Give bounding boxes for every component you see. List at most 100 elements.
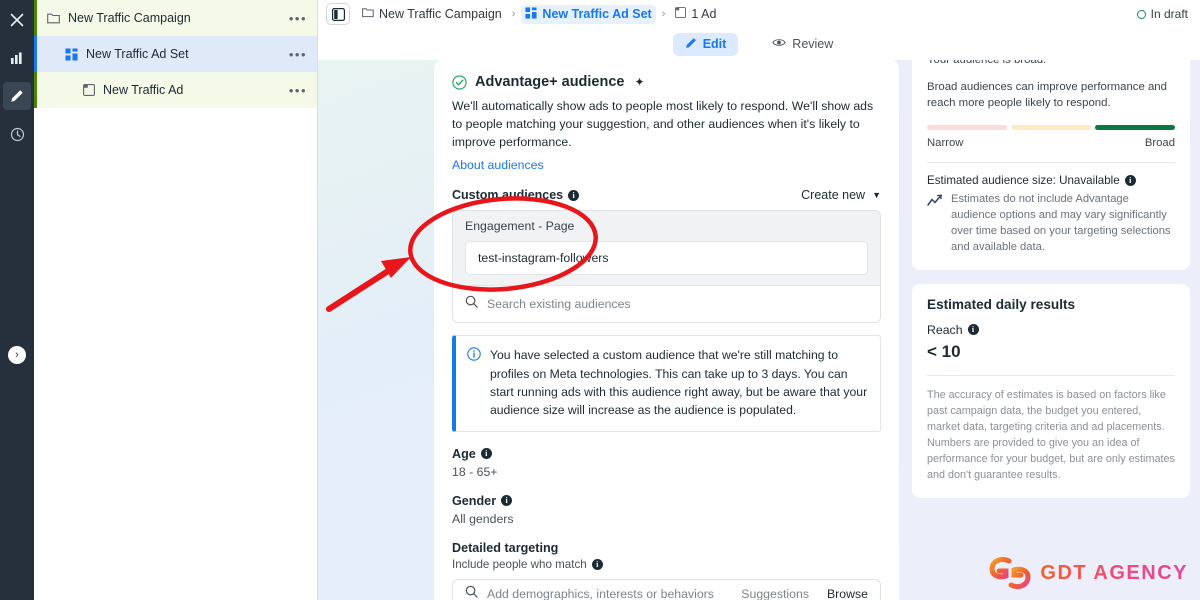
detailed-targeting-placeholder: Add demographics, interests or behaviors xyxy=(487,586,714,600)
estimate-note-row: Estimates do not include Advantage audie… xyxy=(927,191,1175,256)
reach-value: < 10 xyxy=(927,341,961,361)
divider xyxy=(927,374,1175,376)
suggestions-button[interactable]: Suggestions xyxy=(741,587,809,600)
custom-audiences-title-label: Custom audiences xyxy=(452,188,564,203)
breadcrumb-separator: › xyxy=(511,8,516,20)
estimated-daily-results-card: Estimated daily results Reach i < 10 The… xyxy=(912,283,1190,498)
watermark-text: GDT AGENCY xyxy=(1040,561,1188,584)
create-new-label: Create new xyxy=(801,188,866,203)
adset-grid-icon xyxy=(65,48,78,61)
audience-breadth-gauge xyxy=(927,124,1175,130)
search-existing-audiences-input[interactable]: Search existing audiences xyxy=(453,285,880,323)
detailed-targeting-field: Detailed targeting Include people who ma… xyxy=(452,541,881,600)
breadcrumb-item-campaign[interactable]: New Traffic Campaign xyxy=(358,5,506,23)
object-tree-sidebar: New Traffic Campaign ••• New Traffic Ad … xyxy=(34,0,318,600)
detailed-targeting-sublabel-row: Include people who match i xyxy=(452,558,881,571)
info-icon[interactable]: i xyxy=(967,324,979,336)
divider xyxy=(927,161,1175,163)
reach-label-row: Reach i xyxy=(927,323,1175,337)
age-label-row: Age i xyxy=(452,447,881,461)
detailed-targeting-input[interactable]: Add demographics, interests or behaviors… xyxy=(452,578,881,600)
pencil-icon xyxy=(685,37,697,52)
search-icon xyxy=(465,585,478,600)
audience-card: Advantage+ audience ✦ We'll automaticall… xyxy=(434,60,899,600)
info-icon[interactable]: i xyxy=(591,558,603,570)
breadcrumb: New Traffic Campaign › New Traffic Ad Se… xyxy=(358,4,720,24)
tab-review[interactable]: Review xyxy=(760,33,845,55)
ad-card-icon xyxy=(83,84,95,96)
audience-definition-detail: Broad audiences can improve performance … xyxy=(927,80,1167,110)
advantage-audience-description: We'll automatically show ads to people m… xyxy=(452,99,874,149)
tree-row-label: New Traffic Campaign xyxy=(68,11,191,25)
adset-grid-icon xyxy=(525,6,537,22)
row-more-menu-icon[interactable]: ••• xyxy=(289,48,307,61)
gauge-label-broad: Broad xyxy=(1144,136,1175,149)
trend-line-icon xyxy=(927,191,944,256)
selected-audience-chip[interactable]: test-instagram-followers xyxy=(465,241,868,276)
reports-icon[interactable] xyxy=(3,44,31,72)
about-audiences-link[interactable]: About audiences xyxy=(452,158,544,172)
gauge-segment-mid xyxy=(1011,124,1091,130)
row-status-bar xyxy=(34,0,37,36)
tab-edit-label: Edit xyxy=(702,37,727,51)
folder-icon xyxy=(362,7,374,21)
advantage-audience-title: Advantage+ audience xyxy=(475,74,625,90)
gender-field: Gender i All genders xyxy=(452,494,881,526)
create-new-audience-button[interactable]: Create new ▼ xyxy=(801,188,881,202)
info-icon[interactable]: i xyxy=(1124,174,1136,186)
gauge-labels: Narrow Broad xyxy=(927,137,1175,149)
breadcrumb-separator: › xyxy=(661,8,666,20)
gauge-segment-narrow xyxy=(927,124,1007,130)
estimates-disclaimer: The accuracy of estimates is based on fa… xyxy=(927,388,1175,482)
info-icon[interactable]: i xyxy=(501,495,513,507)
age-value: 18 - 65+ xyxy=(452,464,498,479)
custom-audiences-box: Engagement - Page test-instagram-followe… xyxy=(452,210,881,324)
gauge-segment-broad xyxy=(1095,124,1175,130)
row-more-menu-icon[interactable]: ••• xyxy=(289,84,307,97)
custom-audience-group-label: Engagement - Page xyxy=(465,219,575,234)
breadcrumb-item-ad[interactable]: 1 Ad xyxy=(671,5,720,23)
gauge-label-narrow: Narrow xyxy=(927,136,964,149)
sparkle-icon: ✦ xyxy=(634,75,645,89)
estimates-side-panel: Audience definition i Your audience is b… xyxy=(900,0,1200,600)
info-icon[interactable]: i xyxy=(568,189,580,201)
row-more-menu-icon[interactable]: ••• xyxy=(289,12,307,25)
status-badge: In draft xyxy=(1136,7,1188,21)
toggle-side-panel-icon[interactable] xyxy=(326,3,350,25)
gdt-monogram-icon xyxy=(989,556,1031,590)
estimate-note-text: Estimates do not include Advantage audie… xyxy=(951,192,1171,254)
edit-icon[interactable] xyxy=(3,82,31,110)
custom-audiences-header: Custom audiences i Create new ▼ xyxy=(452,188,881,202)
browse-button[interactable]: Browse xyxy=(827,587,868,600)
detailed-targeting-label: Detailed targeting xyxy=(452,540,559,555)
top-bar: New Traffic Campaign › New Traffic Ad Se… xyxy=(318,0,1200,28)
breadcrumb-label: New Traffic Campaign xyxy=(379,7,502,21)
tree-row-ad[interactable]: New Traffic Ad ••• xyxy=(34,72,317,108)
folder-icon xyxy=(47,12,60,24)
chevron-down-icon: ▼ xyxy=(872,190,881,201)
custom-audience-notice-text: You have selected a custom audience that… xyxy=(490,348,868,418)
search-icon xyxy=(465,295,478,313)
main-column: New Traffic Campaign › New Traffic Ad Se… xyxy=(318,0,1200,600)
breadcrumb-label: 1 Ad xyxy=(691,7,717,21)
gender-label: Gender xyxy=(452,493,497,508)
tree-row-campaign[interactable]: New Traffic Campaign ••• xyxy=(34,0,317,36)
tab-review-label: Review xyxy=(792,37,834,51)
estimated-audience-size-label: Estimated audience size: Unavailable xyxy=(927,173,1120,187)
check-circle-icon xyxy=(452,74,467,90)
expand-panel-icon[interactable]: › xyxy=(8,346,26,364)
age-label: Age xyxy=(452,446,476,461)
adset-form-content: All languages Advantage+ audience ✦ We'l… xyxy=(434,0,899,600)
status-label: In draft xyxy=(1150,7,1188,21)
advantage-audience-header: Advantage+ audience ✦ xyxy=(452,74,881,90)
custom-audience-notice: You have selected a custom audience that… xyxy=(452,335,881,432)
info-icon[interactable]: i xyxy=(480,448,492,460)
tree-row-adset[interactable]: New Traffic Ad Set ••• xyxy=(34,36,317,72)
breadcrumb-label: New Traffic Ad Set xyxy=(542,7,652,21)
mode-toggle-bar: Edit Review xyxy=(318,28,1200,60)
close-icon[interactable] xyxy=(3,6,31,34)
breadcrumb-item-adset[interactable]: New Traffic Ad Set xyxy=(521,4,656,24)
tab-edit[interactable]: Edit xyxy=(672,32,739,56)
estimated-daily-results-title: Estimated daily results xyxy=(927,296,1076,312)
activity-history-icon[interactable] xyxy=(3,120,31,148)
